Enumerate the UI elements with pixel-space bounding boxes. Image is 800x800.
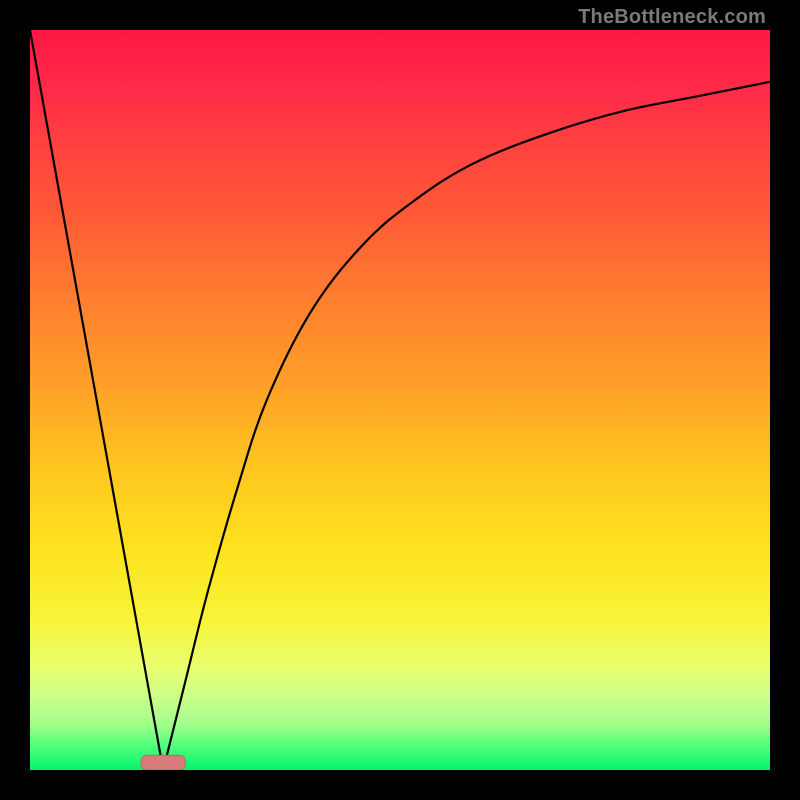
chart-curves <box>30 30 770 770</box>
watermark-text: TheBottleneck.com <box>578 6 766 29</box>
plot-area <box>30 30 770 770</box>
bottleneck-marker <box>141 755 185 770</box>
right-curve <box>163 82 770 770</box>
left-curve <box>30 30 163 770</box>
chart-frame: TheBottleneck.com <box>0 0 800 800</box>
chart-svg <box>30 30 770 770</box>
